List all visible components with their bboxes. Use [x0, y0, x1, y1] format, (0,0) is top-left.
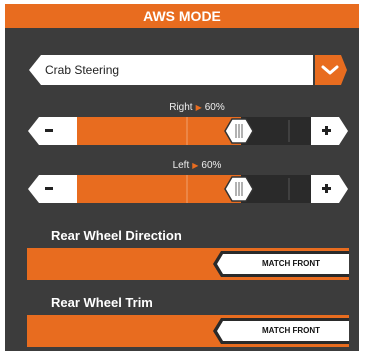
- minus-icon: [45, 187, 53, 190]
- left-slider-label: Left ▶ 60%: [5, 160, 359, 171]
- rear-wheel-trim-label: Rear Wheel Trim: [51, 295, 153, 310]
- rear-trim-option: MATCH FRONT: [261, 326, 321, 335]
- hexagon-handle-icon: [224, 118, 254, 144]
- rear-wheel-direction-toggle[interactable]: MATCH FRONT: [27, 246, 349, 282]
- right-slider-label: Right ▶ 60%: [5, 102, 359, 113]
- left-label-text: Left: [172, 160, 190, 171]
- right-value-text: 60%: [204, 102, 225, 113]
- rear-direction-option: MATCH FRONT: [261, 259, 321, 268]
- aws-mode-panel: AWS MODE Crab Steering Right ▶ 60% Left …: [5, 4, 359, 351]
- steering-mode-dropdown[interactable]: Crab Steering: [27, 53, 349, 87]
- right-arrow-icon: ▶: [195, 103, 202, 112]
- dropdown-value: Crab Steering: [45, 63, 120, 77]
- rear-wheel-trim-toggle[interactable]: MATCH FRONT: [27, 313, 349, 349]
- panel-title: AWS MODE: [5, 4, 359, 28]
- left-value-text: 60%: [201, 160, 222, 171]
- right-label-text: Right: [169, 102, 193, 113]
- minus-icon: [45, 129, 53, 132]
- left-slider[interactable]: [27, 174, 349, 204]
- left-arrow-icon: ▶: [192, 161, 199, 170]
- left-slider-track: [28, 175, 348, 203]
- right-slider-track: [28, 117, 348, 145]
- rear-wheel-direction-label: Rear Wheel Direction: [51, 228, 182, 243]
- hexagon-handle-icon: [224, 176, 254, 202]
- right-slider[interactable]: [27, 116, 349, 146]
